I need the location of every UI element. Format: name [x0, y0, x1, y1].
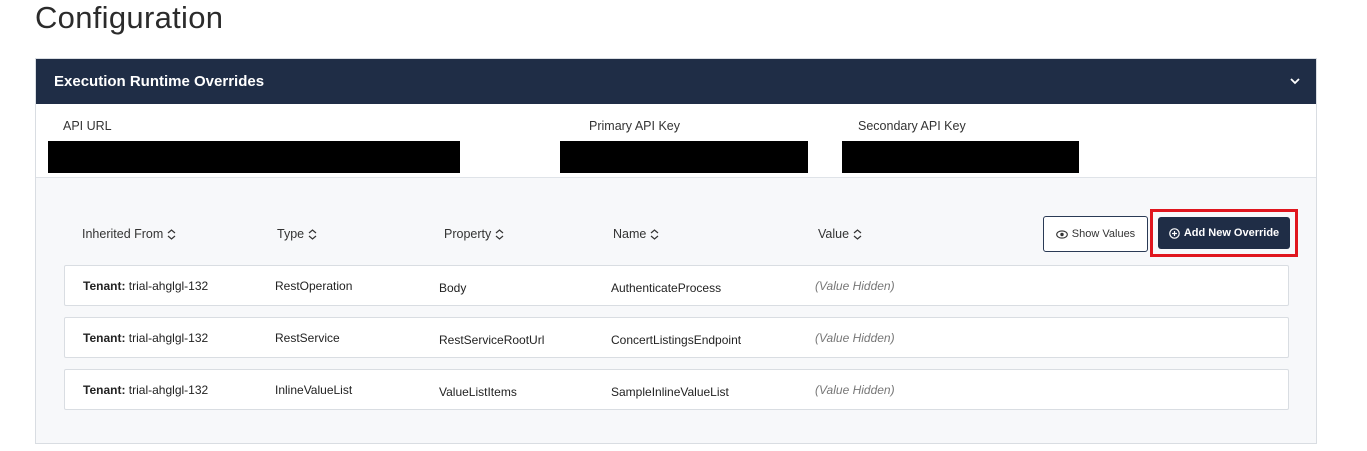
column-header-property[interactable]: Property [444, 227, 504, 241]
name-cell: SampleInlineValueList [611, 385, 729, 399]
column-header-label: Name [613, 227, 647, 241]
runtime-overrides-panel: Execution Runtime Overrides API URL Prim… [35, 58, 1317, 444]
inherited-from-cell: Tenant: trial-ahglgl-132 [83, 383, 208, 397]
column-header-inherited-from[interactable]: Inherited From [82, 227, 176, 241]
plus-circle-icon [1169, 227, 1180, 239]
secondary-api-key-field: Secondary API Key [842, 119, 1079, 173]
inherited-from-cell: Tenant: trial-ahglgl-132 [83, 331, 208, 345]
column-header-label: Type [277, 227, 305, 241]
inherited-value: trial-ahglgl-132 [128, 331, 209, 345]
sort-icon [495, 228, 504, 240]
sort-icon [853, 228, 862, 240]
type-cell: RestService [275, 331, 340, 345]
type-cell: RestOperation [275, 279, 353, 293]
property-cell: RestServiceRootUrl [439, 333, 545, 347]
column-header-label: Value [818, 227, 850, 241]
api-credentials-row: API URL Primary API Key Secondary API Ke… [36, 104, 1316, 178]
secondary-api-key-label: Secondary API Key [858, 119, 966, 133]
table-row[interactable]: Tenant: trial-ahglgl-132 InlineValueList… [64, 369, 1289, 410]
primary-api-key-value-redacted [560, 141, 808, 173]
secondary-api-key-value-redacted [842, 141, 1079, 173]
name-cell: AuthenticateProcess [611, 281, 722, 295]
column-header-label: Property [444, 227, 492, 241]
inherited-prefix: Tenant: [83, 331, 126, 345]
primary-api-key-label: Primary API Key [589, 119, 680, 133]
api-url-value-redacted [48, 141, 460, 173]
column-header-label: Inherited From [82, 227, 164, 241]
name-cell: ConcertListingsEndpoint [611, 333, 742, 347]
sort-icon [650, 228, 659, 240]
show-values-label: Show Values [1071, 228, 1136, 240]
sort-icon [167, 228, 176, 240]
value-cell: (Value Hidden) [815, 331, 895, 345]
eye-icon [1055, 229, 1068, 239]
column-header-type[interactable]: Type [277, 227, 317, 241]
table-row[interactable]: Tenant: trial-ahglgl-132 RestService Res… [64, 317, 1289, 358]
value-cell: (Value Hidden) [815, 383, 895, 397]
add-new-override-button[interactable]: Add New Override [1158, 217, 1290, 249]
sort-icon [308, 228, 317, 240]
value-cell: (Value Hidden) [815, 279, 895, 293]
inherited-prefix: Tenant: [83, 279, 126, 293]
chevron-down-icon[interactable] [1288, 75, 1302, 89]
table-row[interactable]: Tenant: trial-ahglgl-132 RestOperation B… [64, 265, 1289, 306]
add-new-override-label: Add New Override [1183, 227, 1280, 239]
inherited-value: trial-ahglgl-132 [128, 383, 209, 397]
property-cell: ValueListItems [439, 385, 517, 399]
primary-api-key-field: Primary API Key [560, 119, 808, 173]
inherited-from-cell: Tenant: trial-ahglgl-132 [83, 279, 208, 293]
panel-title: Execution Runtime Overrides [54, 73, 265, 90]
api-url-label: API URL [63, 119, 112, 133]
panel-header[interactable]: Execution Runtime Overrides [36, 59, 1316, 104]
highlight-box: Add New Override [1150, 209, 1298, 257]
inherited-prefix: Tenant: [83, 383, 126, 397]
inherited-value: trial-ahglgl-132 [128, 279, 209, 293]
overrides-table: Inherited From Type Property Name Value … [36, 178, 1316, 443]
show-values-button[interactable]: Show Values [1043, 216, 1148, 252]
property-cell: Body [439, 281, 467, 295]
type-cell: InlineValueList [275, 383, 353, 397]
column-header-value[interactable]: Value [818, 227, 862, 241]
column-header-name[interactable]: Name [613, 227, 659, 241]
page-title: Configuration [35, 0, 224, 35]
api-url-field: API URL [48, 119, 460, 173]
